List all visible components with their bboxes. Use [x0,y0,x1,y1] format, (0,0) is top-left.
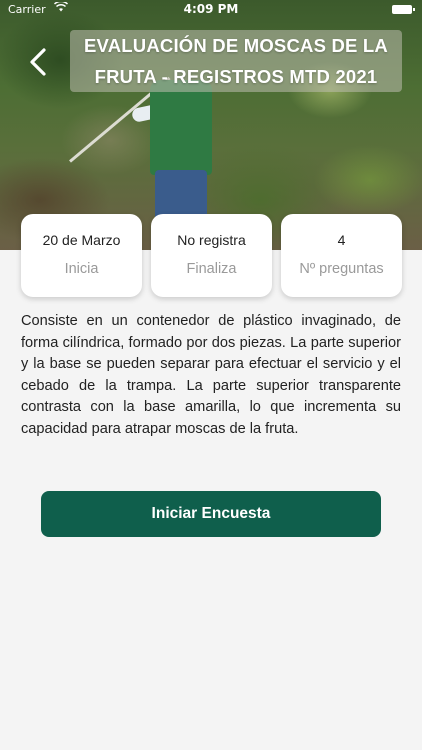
chevron-left-icon [30,48,46,76]
start-survey-button[interactable]: Iniciar Encuesta [41,491,381,537]
questions-count-card: 4 Nº preguntas [281,214,402,297]
survey-description: Consiste en un contenedor de plástico in… [21,313,401,437]
questions-count-value: 4 [337,232,346,248]
end-date-card: No registra Finaliza [151,214,272,297]
end-date-value: No registra [177,232,246,248]
page-title-line-2: FRUTA - REGISTROS MTD 2021 [94,66,378,87]
person-vest [150,80,212,175]
back-button[interactable] [22,44,54,80]
status-bar: Carrier 4:09 PM [0,0,422,20]
questions-count-label: Nº preguntas [299,261,384,277]
page-title: EVALUACIÓN DE MOSCAS DE LA FRUTA - REGIS… [70,30,402,92]
page-title-line-1: EVALUACIÓN DE MOSCAS DE LA [84,35,388,56]
start-date-value: 20 de Marzo [42,232,121,248]
start-date-card: 20 de Marzo Inicia [21,214,142,297]
battery-icon [392,5,415,14]
start-date-label: Inicia [64,261,99,277]
end-date-label: Finaliza [186,261,237,277]
status-time: 4:09 PM [183,2,239,16]
